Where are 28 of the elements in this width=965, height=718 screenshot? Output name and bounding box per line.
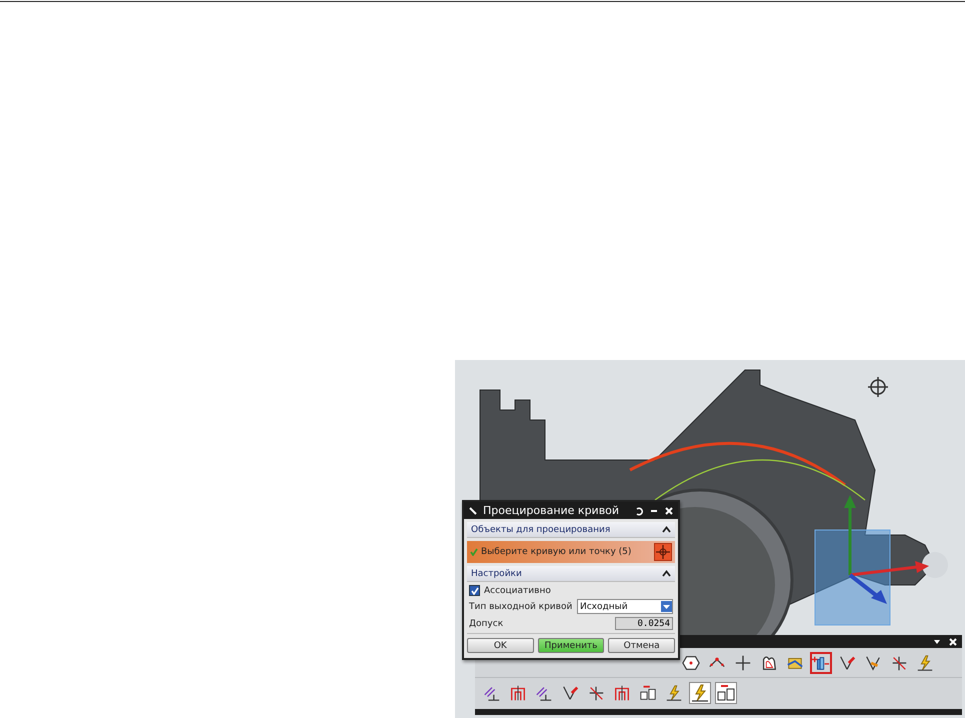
view-triad-icon[interactable] — [868, 377, 888, 397]
checkbox[interactable] — [469, 585, 480, 596]
lightning-icon[interactable] — [689, 682, 711, 704]
section-header[interactable]: Настройки — [467, 566, 675, 582]
section-title: Объекты для проецирования — [471, 524, 610, 534]
selection-row[interactable]: Выберите кривую или точку (5) — [467, 541, 675, 563]
crosshair-button[interactable] — [654, 543, 672, 561]
close-icon[interactable] — [664, 506, 674, 516]
check-icon — [470, 548, 478, 556]
dialog-button[interactable]: Отмена — [608, 638, 676, 653]
dialog-button[interactable]: OK — [467, 638, 534, 653]
field-label: Тип выходной кривой — [469, 602, 572, 612]
section-title: Настройки — [471, 568, 522, 578]
pin-icon[interactable] — [468, 506, 478, 516]
tolerance-field[interactable]: 0.0254 — [615, 617, 673, 630]
selection-label: Выберите кривую или точку (5) — [481, 547, 632, 557]
section-header[interactable]: Объекты для проецирования — [467, 522, 675, 538]
blocks-icon[interactable] — [715, 682, 737, 704]
reset-icon[interactable] — [634, 506, 644, 516]
collapse-caret-icon[interactable] — [662, 526, 671, 533]
field-label: Допуск — [469, 618, 504, 628]
dialog-button[interactable]: Применить — [538, 638, 604, 653]
dropdown[interactable]: Исходный — [577, 599, 673, 614]
project-curve-icon[interactable] — [810, 652, 832, 674]
close-icon[interactable] — [948, 636, 958, 646]
dialog-title: Проецирование кривой — [483, 504, 620, 517]
checkbox-label: Ассоциативно — [484, 586, 551, 596]
collapse-caret-icon[interactable] — [662, 570, 671, 577]
